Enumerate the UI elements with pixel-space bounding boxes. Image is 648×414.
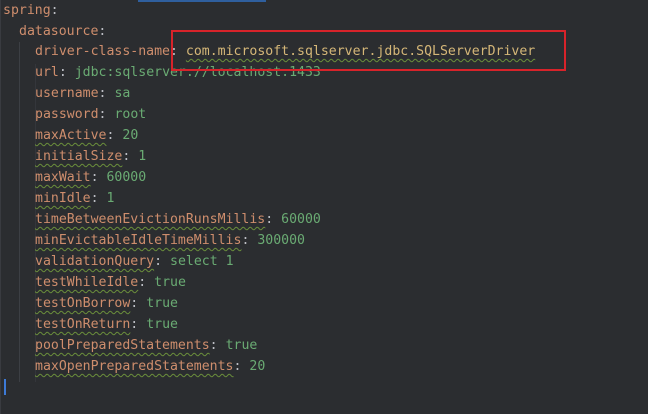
yaml-value: sa <box>114 86 131 101</box>
code-line[interactable]: testWhileIdle: true <box>35 272 186 293</box>
yaml-colon: : <box>90 191 99 206</box>
yaml-value: 60000 <box>106 170 147 185</box>
yaml-colon: : <box>241 233 250 248</box>
yaml-key: initialSize <box>35 149 123 164</box>
yaml-colon: : <box>233 359 242 374</box>
yaml-value: 20 <box>249 359 266 374</box>
yaml-key: validationQuery <box>35 254 155 269</box>
code-line[interactable]: minIdle: 1 <box>35 188 114 209</box>
yaml-value: select 1 <box>170 254 234 269</box>
text-caret <box>4 379 6 395</box>
yaml-value: true <box>146 296 178 311</box>
yaml-key: maxOpenPreparedStatements <box>35 359 234 374</box>
code-line[interactable]: maxActive: 20 <box>35 125 138 146</box>
yaml-colon: : <box>98 86 107 101</box>
yaml-colon: : <box>106 128 115 143</box>
code-line[interactable]: datasource: <box>19 21 106 42</box>
yaml-key: maxWait <box>35 170 91 185</box>
yaml-value: true <box>154 275 186 290</box>
code-line[interactable]: minEvictableIdleTimeMillis: 300000 <box>35 230 305 251</box>
yaml-colon: : <box>154 254 163 269</box>
yaml-colon: : <box>130 296 139 311</box>
code-line[interactable]: username: sa <box>35 83 130 104</box>
yaml-key: datasource <box>19 24 99 39</box>
tab-indicator <box>138 0 266 2</box>
yaml-colon: : <box>130 317 139 332</box>
yaml-key: spring <box>3 3 51 18</box>
gutter-divider <box>0 0 1 414</box>
yaml-value: 60000 <box>281 212 321 227</box>
code-line[interactable]: timeBetweenEvictionRunsMillis: 60000 <box>35 209 321 230</box>
yaml-colon: : <box>90 170 99 185</box>
yaml-key: testWhileIdle <box>35 275 139 290</box>
yaml-value: true <box>225 338 258 353</box>
code-line[interactable]: initialSize: 1 <box>35 146 146 167</box>
yaml-key: minIdle <box>35 191 91 206</box>
yaml-key: minEvictableIdleTimeMillis <box>35 233 242 248</box>
annotation-highlight-box <box>171 30 566 71</box>
code-editor[interactable]: spring: datasource: driver-class-name: c… <box>0 0 648 414</box>
yaml-value: 300000 <box>257 233 305 248</box>
yaml-value: root <box>114 107 147 122</box>
yaml-key: timeBetweenEvictionRunsMillis <box>35 212 266 227</box>
yaml-key: driver-class-name <box>35 44 170 59</box>
yaml-colon: : <box>138 275 147 290</box>
yaml-key: testOnBorrow <box>35 296 131 311</box>
yaml-key: url <box>35 65 59 80</box>
yaml-key: maxActive <box>35 128 107 143</box>
code-line[interactable]: maxOpenPreparedStatements: 20 <box>35 356 265 377</box>
yaml-colon: : <box>98 24 107 39</box>
yaml-key: password <box>35 107 99 122</box>
code-line[interactable]: testOnBorrow: true <box>35 293 178 314</box>
yaml-colon: : <box>265 212 274 227</box>
indent-guide <box>19 42 20 382</box>
yaml-key: username <box>35 86 99 101</box>
code-line[interactable]: maxWait: 60000 <box>35 167 146 188</box>
yaml-colon: : <box>50 3 59 18</box>
yaml-colon: : <box>58 65 67 80</box>
yaml-value: 20 <box>122 128 139 143</box>
code-line[interactable]: spring: <box>3 0 59 21</box>
yaml-value: 1 <box>138 149 147 164</box>
yaml-colon: : <box>122 149 131 164</box>
yaml-key: poolPreparedStatements <box>35 338 210 353</box>
yaml-colon: : <box>98 107 107 122</box>
yaml-key: testOnReturn <box>35 317 131 332</box>
yaml-colon: : <box>209 338 218 353</box>
code-line[interactable]: testOnReturn: true <box>35 314 178 335</box>
code-line[interactable]: password: root <box>35 104 146 125</box>
code-line[interactable]: poolPreparedStatements: true <box>35 335 257 356</box>
yaml-value: 1 <box>106 191 115 206</box>
yaml-value: true <box>146 317 178 332</box>
code-line[interactable]: validationQuery: select 1 <box>35 251 234 272</box>
